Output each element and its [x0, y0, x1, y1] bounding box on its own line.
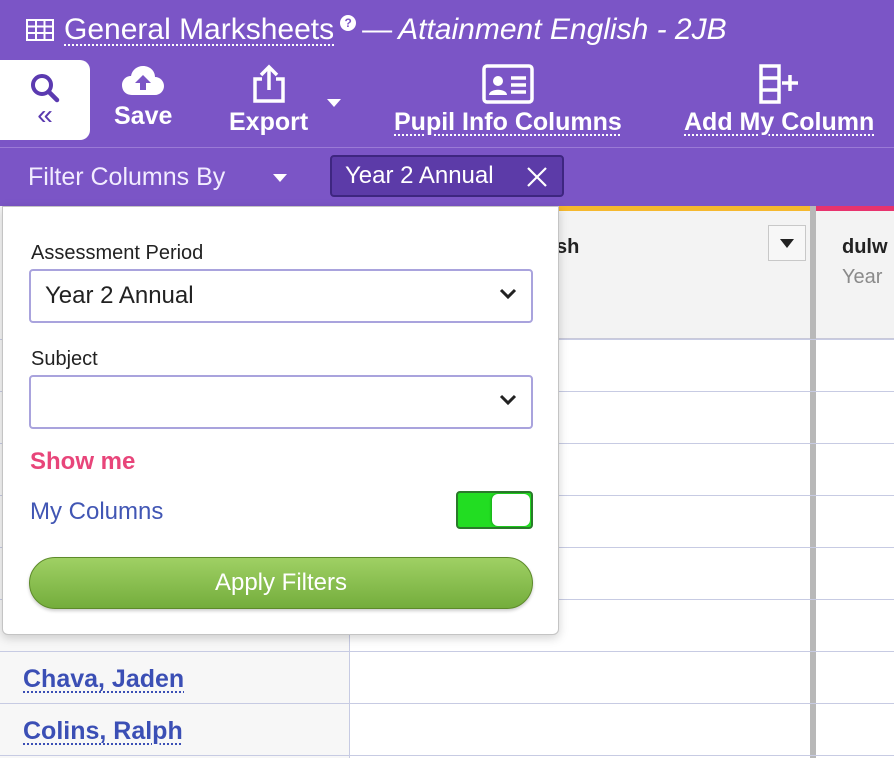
- chevron-down-icon: [499, 288, 517, 300]
- add-my-column-label: Add My Column: [684, 108, 875, 136]
- export-label: Export: [229, 108, 309, 136]
- caret-down-icon: [780, 238, 794, 248]
- search-toggle-button[interactable]: «: [0, 60, 90, 140]
- row-divider: [0, 755, 894, 756]
- my-columns-label: My Columns: [30, 498, 164, 525]
- cloud-upload-icon: [122, 66, 165, 95]
- column-title: sh: [556, 236, 580, 258]
- my-columns-toggle[interactable]: [456, 491, 533, 529]
- page-title[interactable]: General Marksheets: [64, 13, 334, 47]
- table-grid-icon: [26, 19, 54, 41]
- toolbar: « Save Export Pupil Info Columns Add My …: [0, 60, 894, 148]
- toggle-knob: [492, 494, 530, 526]
- row-divider: [0, 703, 894, 704]
- remove-filter-icon[interactable]: [526, 166, 548, 188]
- collapse-icon: «: [37, 99, 53, 130]
- help-icon[interactable]: ?: [340, 15, 357, 31]
- save-label: Save: [114, 102, 173, 130]
- title-bar: General Marksheets ? — Attainment Englis…: [0, 0, 894, 60]
- column-divider: [810, 206, 816, 758]
- pupil-info-columns-label: Pupil Info Columns: [394, 108, 622, 136]
- title-separator: —: [362, 13, 393, 46]
- filter-chip: Year 2 Annual: [330, 155, 564, 197]
- filter-chip-label: Year 2 Annual: [345, 162, 494, 189]
- column-subtitle: Year: [842, 266, 883, 288]
- add-my-column-button[interactable]: Add My Column: [684, 64, 874, 137]
- pupil-name-link[interactable]: Colins, Ralph: [23, 717, 183, 746]
- id-card-icon: [482, 64, 534, 104]
- filter-panel: Assessment Period Year 2 Annual Subject …: [2, 206, 559, 635]
- filter-dropdown-caret-icon[interactable]: [273, 174, 287, 182]
- subject-select[interactable]: [29, 375, 533, 429]
- page-subtitle: Attainment English - 2JB: [398, 13, 727, 46]
- assessment-period-label: Assessment Period: [31, 242, 204, 264]
- pupil-name-link[interactable]: Chava, Jaden: [23, 665, 184, 694]
- export-dropdown-caret-icon[interactable]: [327, 99, 341, 107]
- add-column-icon: [759, 64, 799, 104]
- filter-bar: Filter Columns By Year 2 Annual: [0, 148, 894, 206]
- assessment-period-value: Year 2 Annual: [45, 282, 194, 309]
- column-menu-button[interactable]: [768, 225, 806, 261]
- row-divider: [0, 651, 894, 652]
- share-export-icon: [252, 64, 285, 103]
- apply-filters-button[interactable]: Apply Filters: [29, 557, 533, 609]
- assessment-period-select[interactable]: Year 2 Annual: [29, 269, 533, 323]
- save-button[interactable]: Save: [114, 64, 172, 131]
- filter-columns-toggle[interactable]: Filter Columns By: [28, 163, 225, 192]
- export-button[interactable]: Export: [229, 64, 308, 137]
- pupil-info-columns-button[interactable]: Pupil Info Columns: [394, 64, 622, 137]
- show-me-heading: Show me: [30, 448, 136, 475]
- column-title: dulw: [842, 236, 888, 258]
- column-header: dulw Year: [816, 206, 894, 339]
- subject-label: Subject: [31, 348, 98, 370]
- chevron-down-icon: [499, 394, 517, 406]
